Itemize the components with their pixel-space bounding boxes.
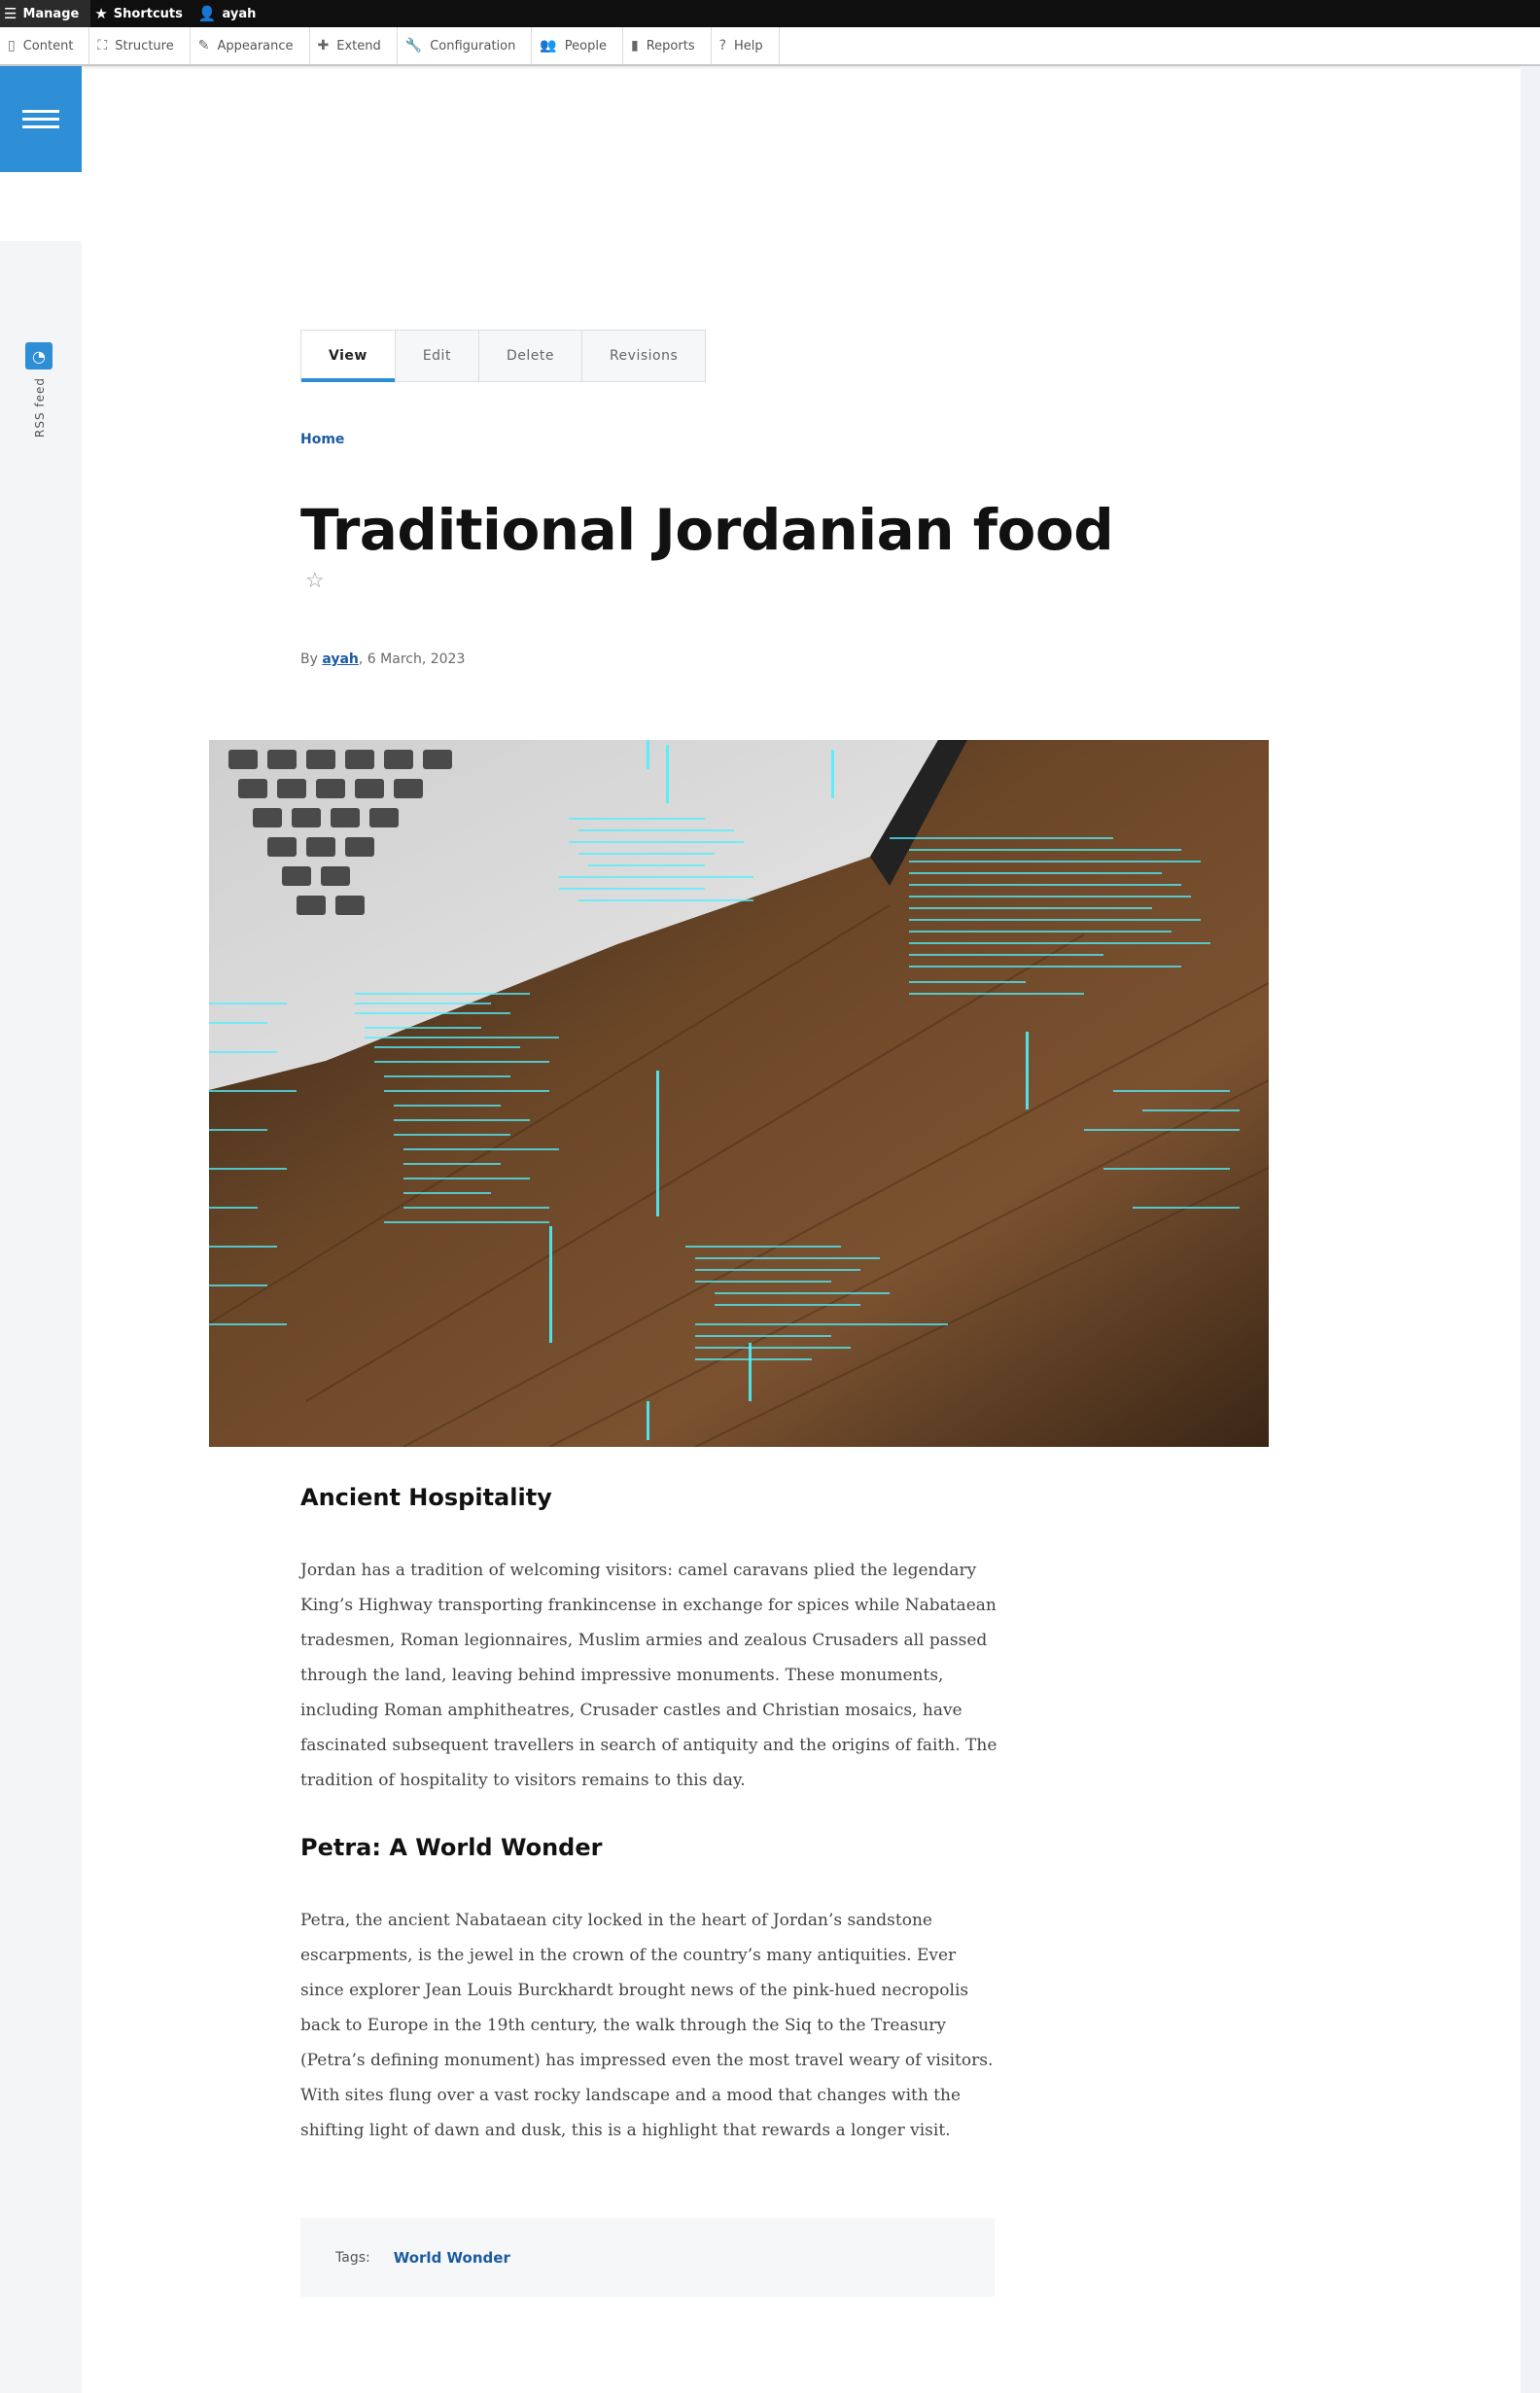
- page-title: Traditional Jordanian food: [300, 497, 1114, 563]
- shortcuts-button[interactable]: ★ Shortcuts: [90, 0, 194, 27]
- tray-item-people[interactable]: 👥 People: [532, 27, 623, 64]
- section-body: Petra, the ancient Nabataean city locked…: [300, 1911, 994, 2140]
- help-icon: ?: [718, 38, 727, 53]
- tray-label: Content: [22, 38, 74, 53]
- mobile-menu-button[interactable]: [0, 66, 82, 172]
- brush-icon: ✎: [197, 38, 210, 53]
- tab-edit[interactable]: Edit: [396, 331, 479, 381]
- tab-view[interactable]: View: [301, 331, 396, 382]
- tray-item-reports[interactable]: ▮ Reports: [623, 27, 712, 64]
- shortcuts-label: Shortcuts: [113, 6, 183, 21]
- post-date: , 6 March, 2023: [358, 651, 466, 667]
- tag-link[interactable]: World Wonder: [394, 2249, 510, 2267]
- people-icon: 👥: [540, 38, 557, 53]
- section-heading: Ancient Hospitality: [300, 1484, 552, 1511]
- tray-item-configuration[interactable]: 🔧 Configuration: [398, 27, 533, 64]
- puzzle-icon: ✚: [317, 38, 330, 53]
- star-icon: ★: [94, 5, 108, 22]
- tray-item-content[interactable]: ▯ Content: [0, 27, 90, 64]
- tags-field: Tags: World Wonder: [300, 2218, 995, 2297]
- tray-item-help[interactable]: ? Help: [712, 27, 780, 64]
- tray-item-extend[interactable]: ✚ Extend: [310, 27, 398, 64]
- tray-label: Structure: [115, 38, 174, 53]
- user-icon: 👤: [197, 5, 217, 22]
- wrench-icon: 🔧: [404, 38, 423, 53]
- tray-item-appearance[interactable]: ✎ Appearance: [191, 27, 310, 64]
- tray-label: Help: [734, 38, 763, 53]
- tray-label: Extend: [336, 38, 381, 53]
- hamburger-icon: ☰: [4, 5, 18, 22]
- tray-label: Appearance: [217, 38, 294, 53]
- section-body: Jordan has a tradition of welcoming visi…: [300, 1561, 998, 1790]
- manage-button[interactable]: ☰ Manage: [0, 0, 91, 27]
- rss-icon[interactable]: ◔: [25, 342, 52, 370]
- user-button[interactable]: 👤 ayah: [194, 0, 268, 27]
- admin-tray: ▯ Content ⛶ Structure ✎ Appearance ✚ Ext…: [0, 27, 1540, 66]
- manage-label: Manage: [22, 6, 80, 21]
- bookmark-star-icon[interactable]: ☆: [305, 569, 325, 593]
- tags-label: Tags:: [335, 2249, 370, 2266]
- breadcrumb-home[interactable]: Home: [300, 432, 344, 447]
- tab-delete[interactable]: Delete: [479, 331, 582, 381]
- byline: By ayah, 6 March, 2023: [300, 651, 465, 667]
- hero-image: [209, 740, 1269, 1447]
- admin-toolbar: ☰ Manage ★ Shortcuts 👤 ayah: [0, 0, 1540, 27]
- document-icon: ▯: [8, 38, 16, 53]
- side-rail: [0, 241, 82, 2393]
- tray-label: Reports: [646, 38, 695, 53]
- tray-label: People: [564, 38, 607, 53]
- local-tasks-tabs: View Edit Delete Revisions: [300, 330, 707, 382]
- user-label: ayah: [222, 6, 257, 21]
- tray-item-structure[interactable]: ⛶ Structure: [89, 27, 191, 64]
- tray-label: Configuration: [430, 38, 516, 53]
- hamburger-icon: [22, 105, 59, 133]
- hero-illustration: [209, 740, 1269, 1447]
- byline-prefix: By: [300, 651, 318, 667]
- bar-chart-icon: ▮: [631, 38, 639, 53]
- section-heading: Petra: A World Wonder: [300, 1834, 603, 1861]
- rss-feed-label[interactable]: RSS feed: [33, 377, 47, 438]
- tab-revisions[interactable]: Revisions: [582, 331, 705, 381]
- right-rail: [1521, 66, 1540, 2393]
- structure-icon: ⛶: [97, 38, 108, 53]
- author-link[interactable]: ayah: [322, 651, 359, 667]
